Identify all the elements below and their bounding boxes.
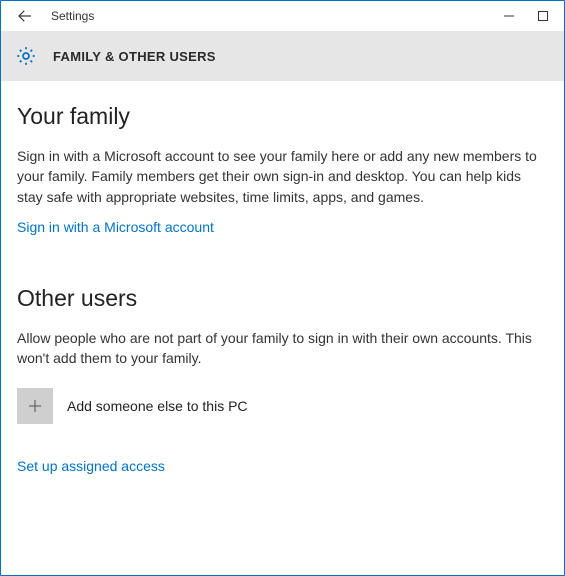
maximize-button[interactable] — [526, 1, 560, 31]
other-users-section: Other users Allow people who are not par… — [17, 285, 548, 475]
other-description: Allow people who are not part of your fa… — [17, 328, 537, 369]
add-user-button[interactable]: Add someone else to this PC — [17, 388, 548, 424]
content-area: Your family Sign in with a Microsoft acc… — [1, 81, 564, 484]
page-subheader: FAMILY & OTHER USERS — [1, 31, 564, 81]
other-heading: Other users — [17, 285, 548, 312]
back-arrow-icon — [16, 7, 34, 25]
add-user-label: Add someone else to this PC — [67, 398, 248, 414]
signin-link[interactable]: Sign in with a Microsoft account — [17, 219, 214, 235]
subheader-label: FAMILY & OTHER USERS — [53, 49, 216, 64]
titlebar: Settings — [1, 1, 564, 31]
family-heading: Your family — [17, 103, 548, 130]
window-title: Settings — [51, 9, 94, 23]
maximize-icon — [538, 11, 548, 21]
minimize-button[interactable] — [492, 1, 526, 31]
plus-icon — [17, 388, 53, 424]
family-description: Sign in with a Microsoft account to see … — [17, 146, 537, 207]
back-button[interactable] — [5, 1, 45, 31]
assigned-access-link[interactable]: Set up assigned access — [17, 458, 165, 474]
minimize-icon — [504, 11, 514, 21]
gear-icon — [15, 45, 37, 67]
